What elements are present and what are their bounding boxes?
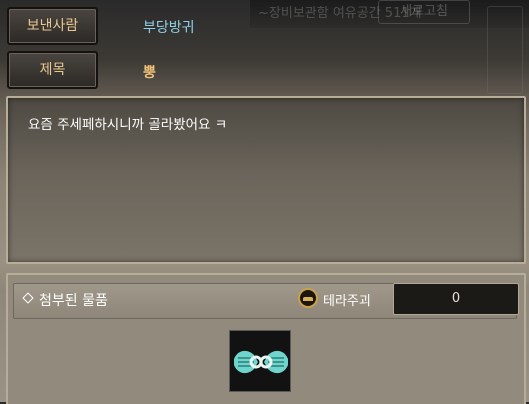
sender-label: 보낸사람	[7, 7, 98, 45]
heart-wings-badge-icon	[230, 331, 290, 391]
message-body-text: 요즘 주세페하시니까 골라봤어요 ㅋ	[28, 117, 228, 133]
title-label: 제목	[7, 51, 98, 89]
title-value: 뿡	[143, 65, 156, 81]
background-refresh-button: 새로고침	[378, 0, 470, 24]
background-frame	[487, 6, 523, 94]
currency-amount: 0	[393, 283, 519, 315]
sender-value: 부당방귀	[143, 20, 195, 36]
tera-bar-icon	[298, 288, 318, 308]
message-body-box: 요즘 주세페하시니까 골라봤어요 ㅋ	[6, 96, 526, 264]
attached-item-slot[interactable]	[229, 330, 291, 392]
attachment-label: 첨부된 물품	[39, 293, 108, 309]
currency-label: 테라주괴	[323, 294, 371, 309]
